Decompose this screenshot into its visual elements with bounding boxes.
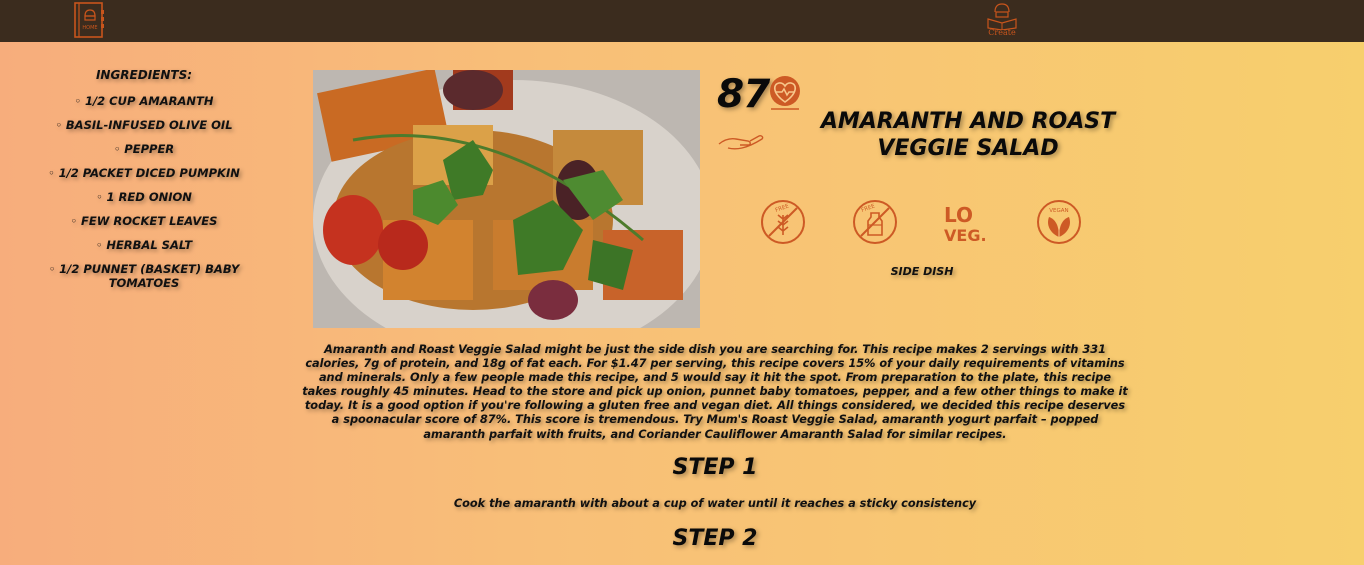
low-fodmap-icon: LO VEG.: [944, 203, 987, 245]
ingredient-item: 1/2 CUP AMARANTH: [30, 94, 258, 108]
recipe-summary: Amaranth and Roast Veggie Salad might be…: [302, 343, 1128, 441]
serving-hand-icon: [718, 135, 764, 150]
svg-text:VEG.: VEG.: [944, 226, 987, 245]
step-2-heading: STEP 2: [672, 526, 758, 551]
ingredient-item: 1/2 PACKET DICED PUMPKIN: [30, 166, 258, 180]
top-navbar: HOME Create: [0, 0, 1364, 42]
ingredients-title: INGREDIENTS:: [95, 68, 193, 82]
ingredient-item: BASIL-INFUSED OLIVE OIL: [30, 118, 258, 132]
gluten-free-icon: FREE: [761, 200, 805, 244]
dish-type-label: SIDE DISH: [890, 265, 954, 278]
step-1-text: Cook the amaranth with about a cup of wa…: [453, 497, 977, 510]
home-button[interactable]: HOME: [73, 2, 105, 38]
ingredients-panel: INGREDIENTS: 1/2 CUP AMARANTH BASIL-INFU…: [30, 68, 258, 300]
gluten-free-label: FREE: [775, 203, 791, 214]
home-label: HOME: [82, 25, 97, 31]
step-1-heading: STEP 1: [672, 455, 758, 480]
ingredient-item: 1/2 PUNNET (BASKET) BABY TOMATOES: [30, 262, 258, 290]
health-heart-icon: [770, 76, 800, 110]
recipe-title: AMARANTH AND ROAST VEGGIE SALAD: [820, 109, 1116, 161]
spoonacular-score: 87: [717, 72, 770, 117]
create-label: Create: [988, 28, 1016, 37]
svg-text:LO: LO: [944, 203, 973, 227]
recipe-book-icon: HOME: [74, 2, 104, 38]
ingredient-item: PEPPER: [30, 142, 258, 156]
ingredient-item: HERBAL SALT: [30, 238, 258, 252]
recipe-photo: [313, 70, 700, 328]
chef-book-icon: [987, 3, 1017, 30]
vegan-icon: VEGAN: [1037, 200, 1081, 244]
dairy-free-icon: FREE: [853, 200, 897, 244]
ingredient-item: 1 RED ONION: [30, 190, 258, 204]
ingredients-list: 1/2 CUP AMARANTH BASIL-INFUSED OLIVE OIL…: [30, 94, 258, 290]
create-button[interactable]: Create: [984, 2, 1020, 40]
vegan-label: VEGAN: [1049, 208, 1068, 214]
ingredient-item: FEW ROCKET LEAVES: [30, 214, 258, 228]
